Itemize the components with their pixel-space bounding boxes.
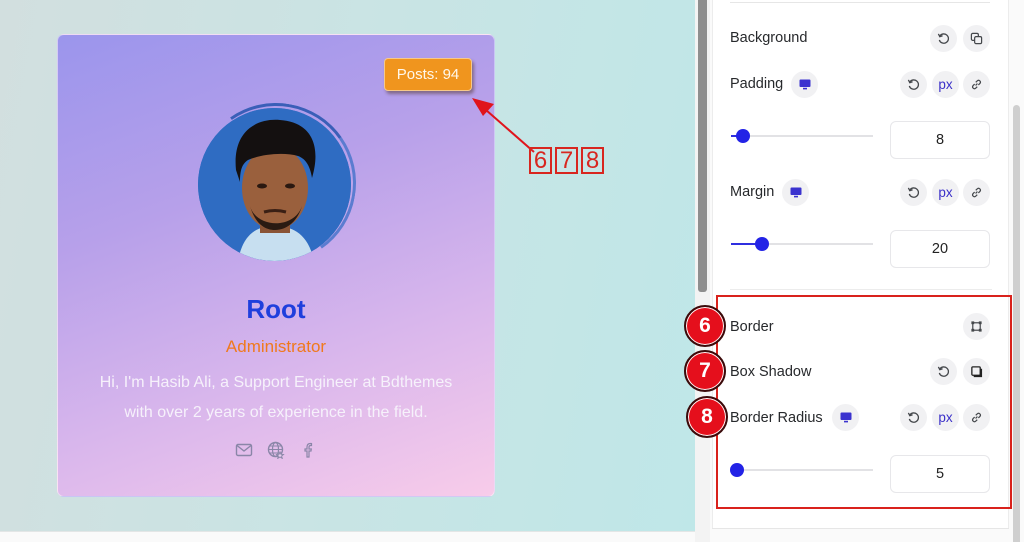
- desktop-icon: [790, 187, 801, 198]
- panel-scrollbar-thumb[interactable]: [1013, 105, 1020, 542]
- author-bio-line-1: Hi, I'm Hasib Ali, a Support Engineer at…: [99, 374, 453, 391]
- reset-icon: [937, 366, 950, 377]
- border-edit-button[interactable]: [963, 313, 990, 340]
- margin-unit-button[interactable]: px: [932, 179, 959, 206]
- author-name: Root: [246, 294, 306, 324]
- padding-label: Padding: [730, 76, 784, 92]
- slider-track: [731, 469, 873, 471]
- author-bio: Hi, I'm Hasib Ali, a Support Engineer at…: [57, 368, 495, 428]
- margin-reset-button[interactable]: [900, 179, 927, 206]
- margin-responsive-button[interactable]: [782, 179, 809, 206]
- margin-link-button[interactable]: [963, 179, 990, 206]
- annotation-number-8: 8: [581, 147, 604, 174]
- step-badge-7: 7: [684, 350, 726, 392]
- step-badge-6: 6: [684, 305, 726, 347]
- padding-slider[interactable]: [731, 129, 873, 143]
- preview-scrollbar-thumb[interactable]: [698, 0, 707, 292]
- padding-value-input[interactable]: 8: [890, 121, 990, 159]
- background-reset-button[interactable]: [930, 25, 957, 52]
- padding-responsive-button[interactable]: [791, 71, 818, 98]
- padding-reset-button[interactable]: [900, 71, 927, 98]
- globe-icon[interactable]: [267, 441, 285, 459]
- annotation-number-7: 7: [555, 147, 578, 174]
- section-divider: [730, 289, 992, 290]
- reset-icon: [937, 33, 950, 44]
- posts-count-badge: Posts: 94: [384, 58, 472, 91]
- facebook-icon[interactable]: [299, 441, 317, 459]
- desktop-icon: [840, 412, 851, 423]
- slider-thumb[interactable]: [755, 237, 770, 251]
- mail-icon[interactable]: [235, 441, 253, 459]
- border-radius-slider[interactable]: [729, 463, 873, 477]
- background-global-button[interactable]: [963, 25, 990, 52]
- margin-slider[interactable]: [731, 237, 873, 251]
- step-badge-8: 8: [686, 396, 728, 438]
- box-shadow-edit-button[interactable]: [963, 358, 990, 385]
- reset-icon: [907, 187, 920, 198]
- padding-unit-button[interactable]: px: [932, 71, 959, 98]
- author-bio-line-2: with over 2 years of experience in the f…: [124, 404, 428, 421]
- slider-thumb[interactable]: [729, 463, 744, 477]
- annotation-number-6: 6: [529, 147, 552, 174]
- slider-thumb[interactable]: [735, 129, 750, 143]
- slider-track: [731, 135, 873, 137]
- border-box-icon: [971, 321, 982, 332]
- link-icon: [972, 187, 981, 198]
- section-divider: [712, 528, 1009, 529]
- social-links: [235, 441, 317, 459]
- box-shadow-reset-button[interactable]: [930, 358, 957, 385]
- padding-link-button[interactable]: [963, 71, 990, 98]
- preview-bottom-bar: [0, 531, 700, 542]
- person-photo-icon: [198, 108, 351, 261]
- border-radius-unit-button[interactable]: px: [932, 404, 959, 431]
- margin-value-input[interactable]: 20: [890, 230, 990, 268]
- margin-label: Margin: [730, 184, 775, 200]
- box-shadow-icon: [971, 366, 983, 378]
- border-radius-value-input[interactable]: 5: [890, 455, 990, 493]
- box-shadow-label: Box Shadow: [730, 364, 812, 380]
- link-icon: [972, 79, 981, 90]
- border-radius-link-button[interactable]: [963, 404, 990, 431]
- author-role: Administrator: [225, 337, 327, 356]
- reset-icon: [907, 79, 920, 90]
- border-radius-responsive-button[interactable]: [832, 404, 859, 431]
- border-label: Border: [730, 319, 774, 335]
- annotation-numbers: 6 7 8: [529, 147, 604, 174]
- desktop-icon: [799, 79, 810, 90]
- border-radius-reset-button[interactable]: [900, 404, 927, 431]
- border-radius-label: Border Radius: [730, 410, 823, 426]
- section-divider: [730, 2, 990, 3]
- avatar-photo: [198, 108, 351, 261]
- reset-icon: [907, 412, 920, 423]
- link-icon: [972, 412, 981, 423]
- duplicate-icon: [970, 32, 983, 45]
- avatar: [183, 90, 369, 276]
- background-label: Background: [730, 30, 808, 46]
